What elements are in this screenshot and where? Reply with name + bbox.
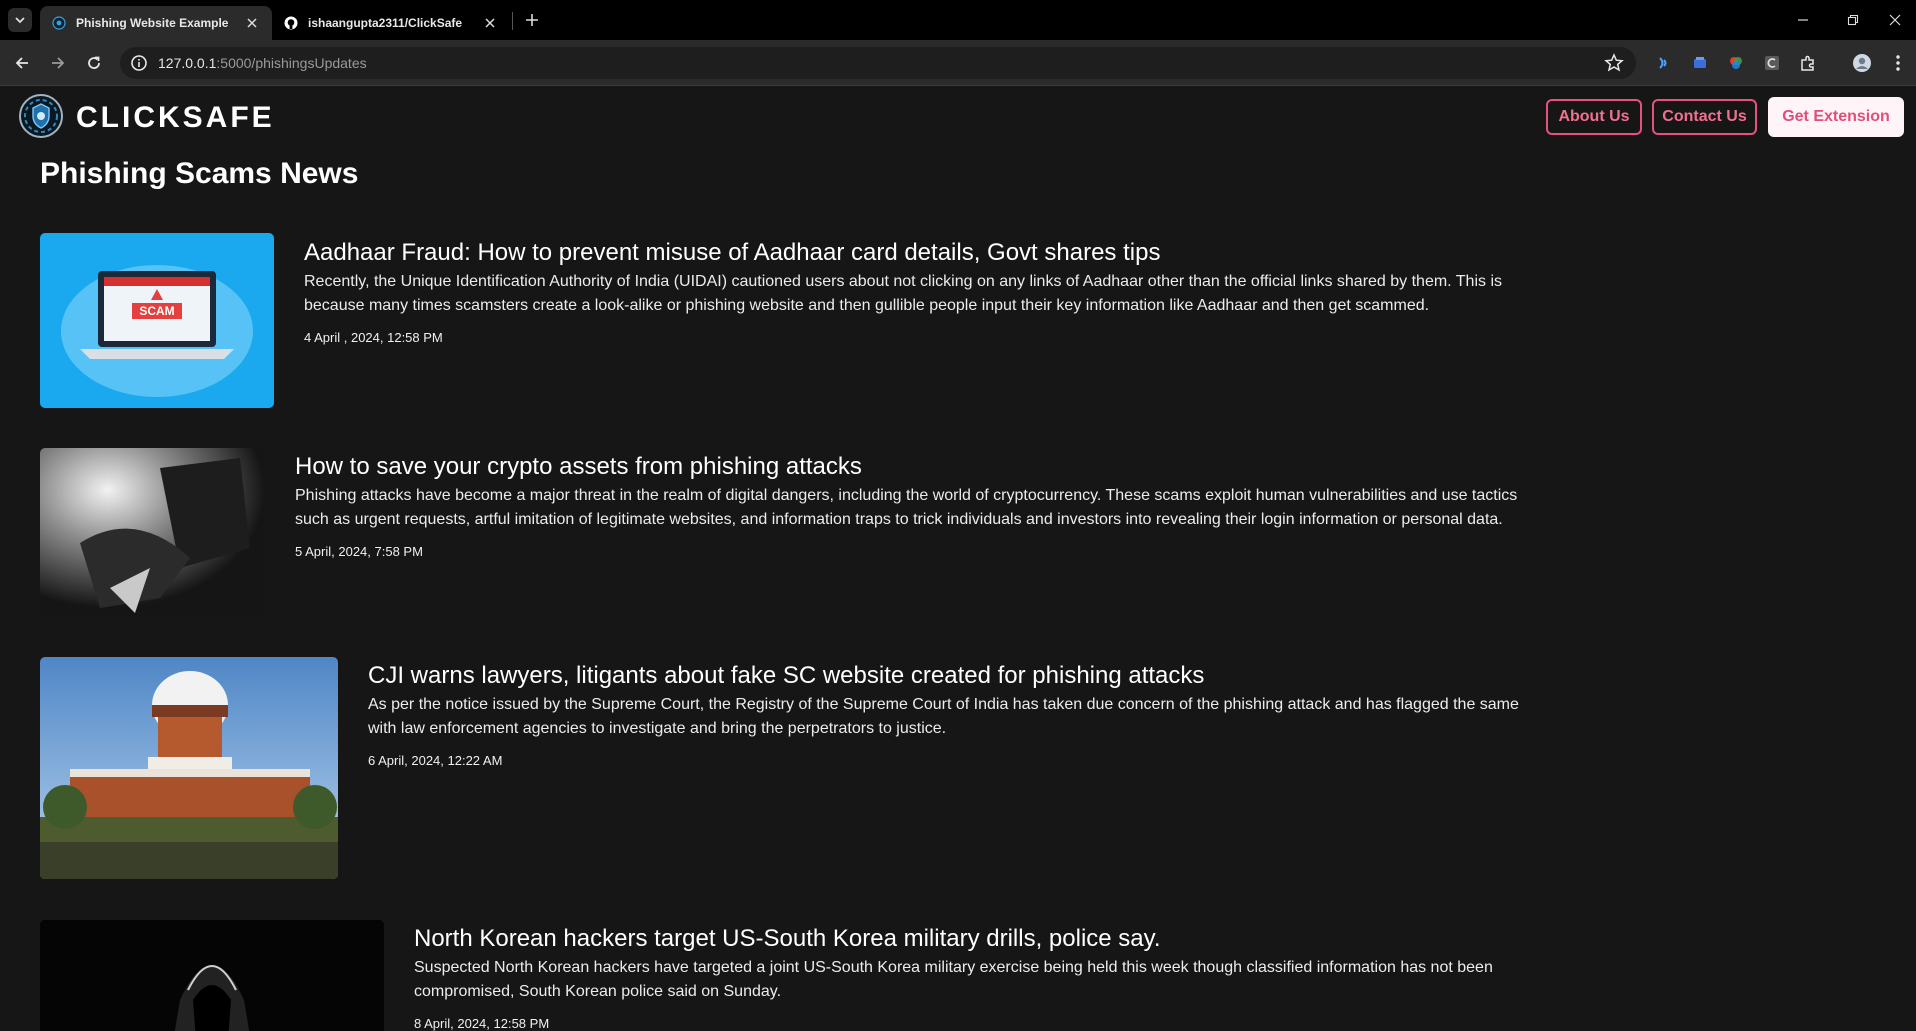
restore-icon bbox=[1847, 14, 1859, 26]
contact-us-button[interactable]: Contact Us bbox=[1652, 99, 1757, 135]
article-description: Recently, the Unique Identification Auth… bbox=[304, 273, 1502, 314]
close-icon bbox=[1889, 14, 1901, 26]
back-button[interactable] bbox=[8, 49, 36, 77]
plus-icon bbox=[526, 14, 538, 26]
minimize-icon bbox=[1798, 19, 1808, 21]
arrow-left-icon bbox=[15, 57, 28, 69]
browser-tab-strip: Phishing Website Example ishaangupta2311… bbox=[0, 0, 1916, 40]
article-body: Aadhaar Fraud: How to prevent misuse of … bbox=[304, 233, 1514, 345]
github-icon bbox=[284, 16, 298, 30]
url-host: 127.0.0.1 bbox=[158, 55, 217, 71]
page-title: Phishing Scams News bbox=[40, 157, 359, 190]
article-image[interactable]: SCAM bbox=[40, 233, 274, 408]
article-title[interactable]: Aadhaar Fraud: How to prevent misuse of … bbox=[304, 238, 1514, 268]
bookmark-star-icon[interactable] bbox=[1604, 53, 1624, 73]
reload-button[interactable] bbox=[80, 49, 108, 77]
kebab-menu-icon[interactable] bbox=[1888, 53, 1908, 73]
extensions-puzzle-icon[interactable] bbox=[1798, 53, 1818, 73]
article-date: 4 April , 2024, 12:58 PM bbox=[304, 330, 443, 345]
clicksafe-favicon-icon bbox=[52, 16, 66, 30]
get-extension-button[interactable]: Get Extension bbox=[1768, 97, 1904, 137]
site-info-icon[interactable] bbox=[130, 54, 148, 72]
reload-icon bbox=[88, 56, 100, 69]
tab-title: Phishing Website Example bbox=[76, 16, 229, 30]
scam-laptop-illustration: SCAM bbox=[61, 265, 253, 397]
hooded-hacker-photo bbox=[40, 920, 384, 1031]
tab-title: ishaangupta2311/ClickSafe bbox=[308, 16, 463, 30]
extension-icon[interactable] bbox=[1654, 53, 1674, 73]
profile-avatar-icon[interactable] bbox=[1852, 53, 1872, 73]
clicksafe-extension-icon[interactable] bbox=[1762, 53, 1782, 73]
scam-label: SCAM bbox=[139, 304, 174, 318]
tab-phishing-website[interactable]: Phishing Website Example bbox=[40, 6, 272, 40]
new-tab-button[interactable] bbox=[520, 8, 544, 32]
about-us-button[interactable]: About Us bbox=[1546, 99, 1642, 135]
article-description: As per the notice issued by the Supreme … bbox=[368, 696, 1519, 737]
article-title[interactable]: North Korean hackers target US-South Kor… bbox=[414, 924, 1520, 954]
color-picker-extension-icon[interactable] bbox=[1726, 53, 1746, 73]
url-text[interactable]: 127.0.0.1:5000/phishingsUpdates bbox=[158, 47, 367, 79]
article-image[interactable] bbox=[40, 448, 265, 616]
page-content: CLICKSAFE About Us Contact Us Get Extens… bbox=[0, 87, 1916, 1031]
close-window-button[interactable] bbox=[1868, 0, 1916, 40]
article-date: 5 April, 2024, 7:58 PM bbox=[295, 544, 423, 559]
close-tab-icon[interactable] bbox=[482, 15, 498, 31]
tab-divider bbox=[512, 12, 513, 30]
minimize-button[interactable] bbox=[1776, 0, 1830, 40]
supreme-court-photo bbox=[40, 657, 338, 879]
article-title[interactable]: CJI warns lawyers, litigants about fake … bbox=[368, 661, 1520, 691]
chevron-down-icon bbox=[15, 17, 25, 24]
article-description: Phishing attacks have become a major thr… bbox=[295, 487, 1518, 528]
article-description: Suspected North Korean hackers have targ… bbox=[414, 959, 1493, 1000]
article-image[interactable] bbox=[40, 920, 384, 1031]
url-path: :5000/phishingsUpdates bbox=[216, 55, 367, 71]
forward-button[interactable] bbox=[44, 49, 72, 77]
brand-name[interactable]: CLICKSAFE bbox=[76, 101, 275, 135]
article-date: 6 April, 2024, 12:22 AM bbox=[368, 753, 503, 768]
article-body: CJI warns lawyers, litigants about fake … bbox=[368, 657, 1520, 768]
article-body: How to save your crypto assets from phis… bbox=[295, 448, 1520, 559]
clicksafe-logo-icon[interactable] bbox=[18, 93, 64, 139]
article-title[interactable]: How to save your crypto assets from phis… bbox=[295, 452, 1520, 482]
browser-toolbar: 127.0.0.1:5000/phishingsUpdates bbox=[0, 40, 1916, 86]
article-body: North Korean hackers target US-South Kor… bbox=[414, 920, 1520, 1031]
extension-icon[interactable] bbox=[1690, 53, 1710, 73]
arrow-right-icon bbox=[52, 57, 65, 69]
address-bar[interactable]: 127.0.0.1:5000/phishingsUpdates bbox=[120, 47, 1636, 79]
hacker-laptop-photo bbox=[40, 448, 265, 616]
article-image[interactable] bbox=[40, 657, 338, 879]
tab-github-clicksafe[interactable]: ishaangupta2311/ClickSafe bbox=[272, 6, 510, 40]
tab-search-button[interactable] bbox=[8, 8, 32, 32]
article-date: 8 April, 2024, 12:58 PM bbox=[414, 1016, 550, 1031]
close-tab-icon[interactable] bbox=[244, 15, 260, 31]
